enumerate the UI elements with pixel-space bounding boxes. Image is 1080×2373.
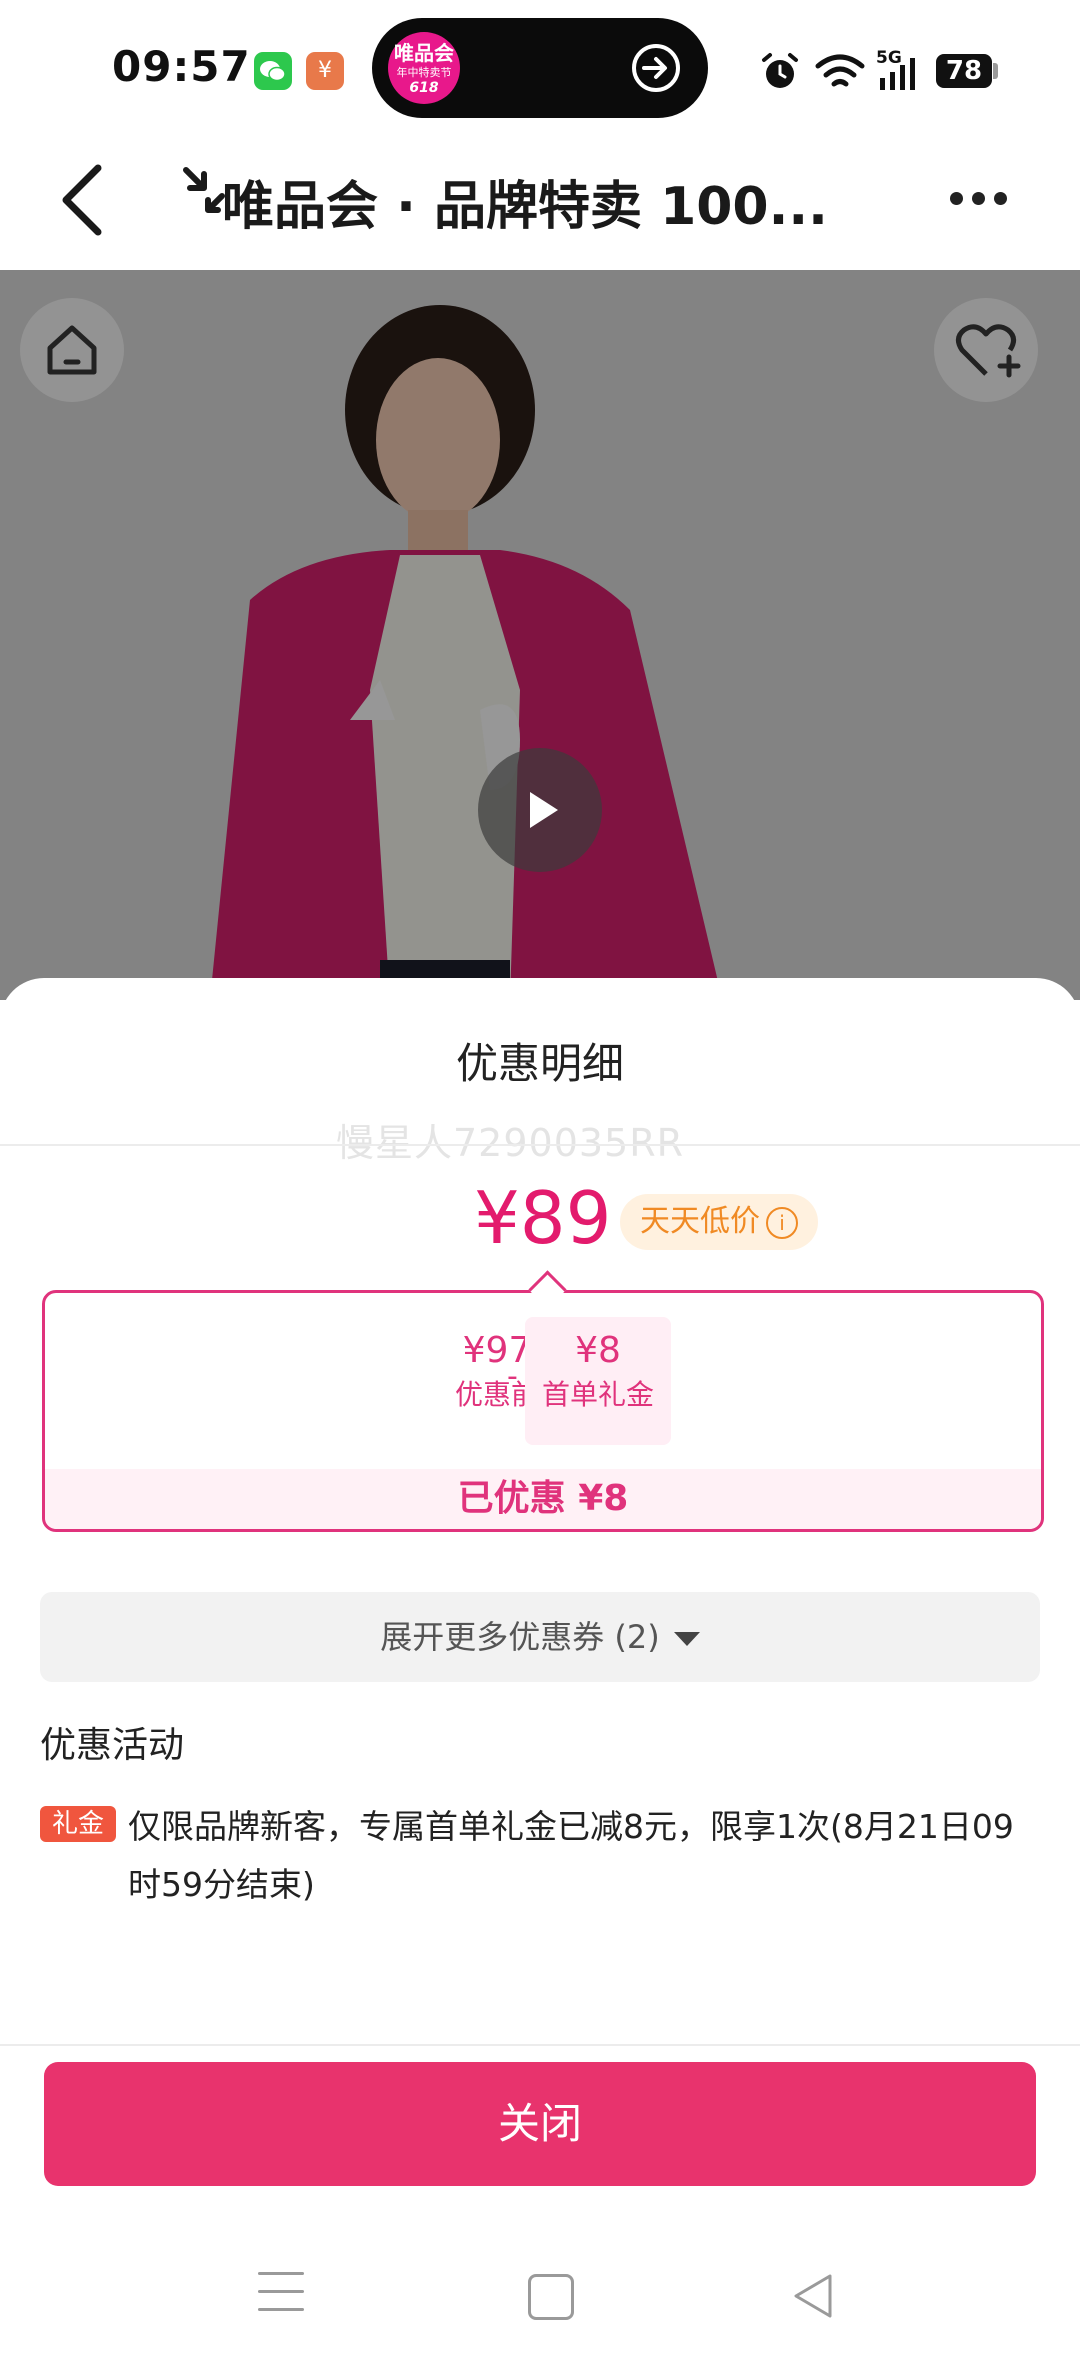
- wifi-icon: [815, 54, 865, 87]
- low-price-badge[interactable]: 天天低价 i: [620, 1194, 818, 1250]
- enter-arrow-icon: [632, 44, 680, 92]
- store-home-button[interactable]: [20, 298, 124, 402]
- first-order-gift-item: ¥8 首单礼金: [525, 1317, 671, 1445]
- page-title: 唯品会 · 品牌特卖 100...: [222, 177, 828, 237]
- back-arrow-icon[interactable]: [58, 160, 108, 240]
- wechat-icon: [254, 52, 292, 90]
- battery-tip: [993, 63, 998, 79]
- system-back-icon[interactable]: [790, 2270, 836, 2322]
- status-bar: 09:57 ¥ 唯品会 年中特卖节 618 5G 78: [0, 0, 1080, 140]
- product-media[interactable]: [0, 270, 1080, 1000]
- wallet-icon: ¥: [306, 52, 344, 90]
- dim-overlay: [0, 270, 1080, 1000]
- minus-sign: -: [507, 1359, 518, 1394]
- signal-icon: [880, 58, 915, 90]
- sheet-title: 优惠明细: [455, 1039, 624, 1088]
- gift-tag: 礼金: [40, 1806, 116, 1842]
- dynamic-island[interactable]: 唯品会 年中特卖节 618: [372, 18, 708, 118]
- user-watermark: 慢星人7290035RR: [336, 1121, 685, 1165]
- price-breakdown-box: ¥97 优惠前 - ¥8 首单礼金 已优惠 ¥8: [42, 1290, 1044, 1532]
- final-price: ¥89: [474, 1176, 612, 1260]
- battery-level: 78: [936, 54, 992, 88]
- home-button-icon[interactable]: [528, 2274, 574, 2320]
- play-icon: [530, 792, 558, 828]
- divider: [0, 1144, 1080, 1146]
- recent-apps-icon[interactable]: [258, 2272, 304, 2326]
- home-icon: [47, 325, 97, 375]
- add-favorite-button[interactable]: [934, 298, 1038, 402]
- promo-description: 仅限品牌新客，专属首单礼金已减8元，限享1次(8月21日09时59分结束): [128, 1807, 1014, 1904]
- top-nav-bar: 唯品会 · 品牌特卖 100...: [0, 140, 1080, 270]
- play-video-button[interactable]: [478, 748, 602, 872]
- section-title-promotions: 优惠活动: [40, 1725, 185, 1766]
- total-saved-bar: 已优惠 ¥8: [45, 1469, 1041, 1529]
- status-time: 09:57: [112, 42, 251, 91]
- info-icon[interactable]: i: [766, 1206, 798, 1239]
- expand-coupons-button[interactable]: 展开更多优惠券 (2): [40, 1592, 1040, 1682]
- close-button[interactable]: 关闭: [44, 2062, 1036, 2186]
- alarm-icon: [762, 53, 798, 88]
- discount-detail-sheet: 优惠明细 慢星人7290035RR ¥89 天天低价 i ¥97 优惠前 - ¥8…: [0, 978, 1080, 2373]
- chevron-down-icon: [673, 1632, 700, 1646]
- system-nav-bar: [0, 2250, 1080, 2373]
- more-options-icon[interactable]: [950, 190, 1016, 209]
- divider: [0, 2044, 1080, 2046]
- heart-plus-icon: [956, 324, 1021, 378]
- vip-logo: 唯品会 年中特卖节 618: [388, 32, 460, 104]
